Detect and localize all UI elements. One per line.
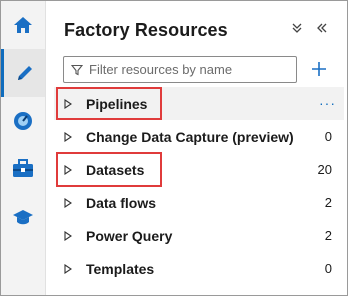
home-icon[interactable] xyxy=(1,1,45,49)
filter-icon xyxy=(71,64,83,76)
resource-row-power-query[interactable]: Power Query 2 xyxy=(54,219,344,252)
expand-triangle-icon[interactable] xyxy=(64,263,76,274)
manage-toolbox-icon[interactable] xyxy=(1,145,45,193)
collapse-all-icon[interactable] xyxy=(292,22,302,37)
more-options-icon[interactable]: ··· xyxy=(319,95,336,111)
resource-label: Templates xyxy=(86,260,155,277)
hide-panel-icon[interactable] xyxy=(316,22,328,37)
plus-icon xyxy=(311,61,327,77)
resource-row-data-flows[interactable]: Data flows 2 xyxy=(54,186,344,219)
monitor-gauge-icon[interactable] xyxy=(1,97,45,145)
resource-count: 0 xyxy=(324,261,332,276)
resource-count: 0 xyxy=(324,129,332,144)
resource-row-change-data-capture[interactable]: Change Data Capture (preview) 0 xyxy=(54,120,344,153)
expand-triangle-icon[interactable] xyxy=(64,230,76,241)
left-nav-rail xyxy=(1,1,46,295)
resource-count: 2 xyxy=(324,228,332,243)
resource-row-templates[interactable]: Templates 0 xyxy=(54,252,344,285)
factory-resources-panel: Factory Resources Pipelines ··· Change D… xyxy=(46,1,346,295)
resource-tree: Pipelines ··· Change Data Capture (previ… xyxy=(54,87,344,285)
resource-count: 2 xyxy=(324,195,332,210)
resource-label: Data flows xyxy=(86,194,157,211)
resource-count: 20 xyxy=(317,162,332,177)
author-pencil-icon[interactable] xyxy=(1,49,45,97)
expand-triangle-icon[interactable] xyxy=(64,98,76,109)
filter-resources-input[interactable] xyxy=(89,62,279,77)
resource-label: Power Query xyxy=(86,227,173,244)
resource-row-pipelines[interactable]: Pipelines ··· xyxy=(54,87,344,120)
filter-resources-box[interactable] xyxy=(63,56,297,83)
expand-triangle-icon[interactable] xyxy=(64,131,76,142)
panel-title: Factory Resources xyxy=(64,20,228,40)
expand-triangle-icon[interactable] xyxy=(64,197,76,208)
resource-label: Pipelines xyxy=(86,95,148,112)
resource-label: Datasets xyxy=(86,161,145,178)
expand-triangle-icon[interactable] xyxy=(64,164,76,175)
resource-row-datasets[interactable]: Datasets 20 xyxy=(54,153,344,186)
add-resource-button[interactable] xyxy=(308,56,330,82)
panel-header-actions xyxy=(292,22,328,37)
learning-hat-icon[interactable] xyxy=(1,193,45,241)
resource-label: Change Data Capture (preview) xyxy=(86,128,294,145)
